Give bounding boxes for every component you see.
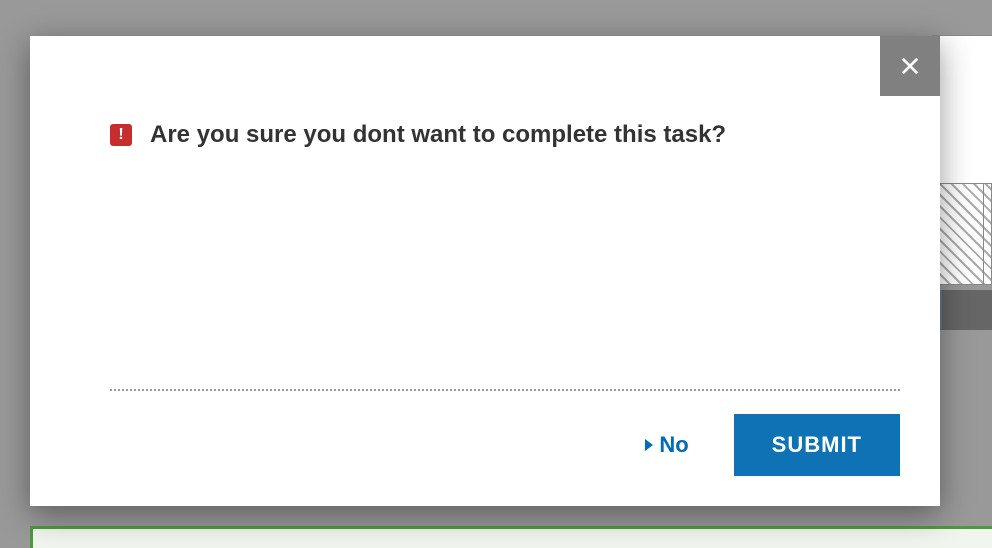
bg-button-dark [942, 290, 992, 330]
dialog-title: Are you sure you dont want to complete t… [150, 121, 726, 149]
alert-icon-glyph: ! [118, 127, 123, 143]
bg-hatched-divider [983, 183, 984, 285]
bg-hatched-area [939, 183, 992, 285]
close-icon [899, 55, 921, 77]
alert-icon: ! [110, 124, 132, 146]
dialog-actions: No SUBMIT [645, 414, 900, 476]
bg-green-border [30, 526, 992, 548]
no-button-label: No [659, 432, 688, 458]
confirmation-dialog: ! Are you sure you dont want to complete… [30, 36, 940, 506]
arrow-right-icon [645, 439, 653, 451]
dialog-header: ! Are you sure you dont want to complete… [30, 36, 940, 149]
close-button[interactable] [880, 36, 940, 96]
submit-button[interactable]: SUBMIT [734, 414, 900, 476]
no-button[interactable]: No [645, 432, 688, 458]
dialog-divider [110, 389, 900, 391]
